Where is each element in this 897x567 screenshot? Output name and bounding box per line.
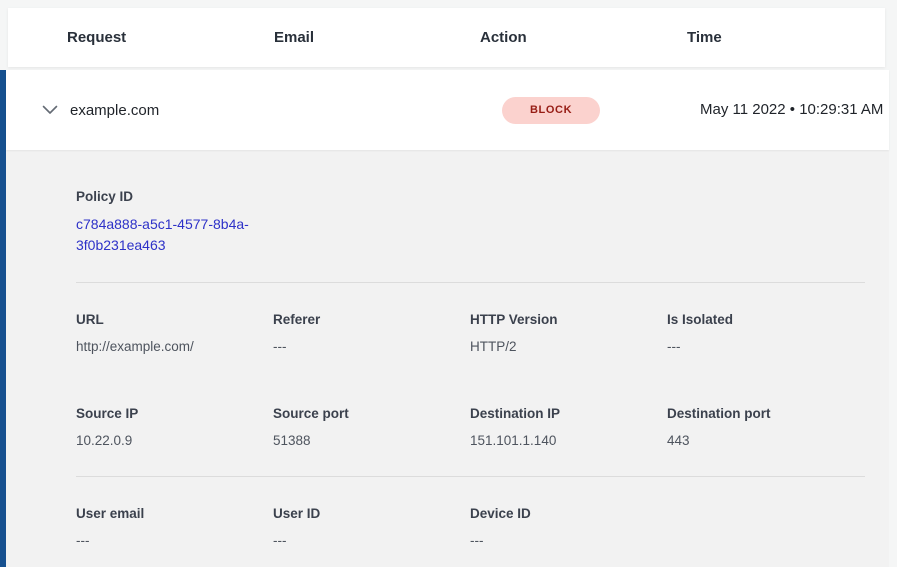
destination-port-field: Destination port 443: [667, 405, 864, 449]
field-label: Referer: [273, 311, 470, 328]
field-label: Destination port: [667, 405, 864, 422]
field-label: Destination IP: [470, 405, 667, 422]
column-header-action: Action: [480, 29, 687, 46]
source-ip-field: Source IP 10.22.0.9: [76, 405, 273, 449]
section-divider: [76, 476, 865, 477]
log-row[interactable]: example.com BLOCK May 11 2022 • 10:29:31…: [6, 70, 889, 150]
column-header-request: Request: [67, 29, 274, 46]
field-label: URL: [76, 311, 273, 328]
field-label: Device ID: [470, 505, 667, 522]
row-expand-toggle[interactable]: [6, 105, 57, 115]
field-label: User email: [76, 505, 273, 522]
detail-row-network: Source IP 10.22.0.9 Source port 51388 De…: [76, 405, 889, 449]
field-label: HTTP Version: [470, 311, 667, 328]
policy-id-label: Policy ID: [76, 188, 889, 205]
field-value: ---: [470, 532, 667, 549]
field-value: 443: [667, 432, 864, 449]
field-label: User ID: [273, 505, 470, 522]
expanded-log-entry: example.com BLOCK May 11 2022 • 10:29:31…: [0, 70, 889, 567]
http-version-field: HTTP Version HTTP/2: [470, 311, 667, 355]
policy-id-field: Policy ID c784a888-a5c1-4577-8b4a-3f0b23…: [76, 188, 889, 256]
block-status-badge: BLOCK: [502, 97, 600, 124]
policy-id-link[interactable]: c784a888-a5c1-4577-8b4a-3f0b231ea463: [76, 214, 276, 256]
is-isolated-field: Is Isolated ---: [667, 311, 864, 355]
device-id-field: Device ID ---: [470, 505, 667, 549]
field-label: Source port: [273, 405, 470, 422]
request-domain: example.com: [70, 102, 483, 119]
field-value: 51388: [273, 432, 470, 449]
time-value: May 11 2022 • 10:29:31 AM: [700, 98, 890, 122]
source-port-field: Source port 51388: [273, 405, 470, 449]
field-value: ---: [273, 338, 470, 355]
table-header: Request Email Action Time: [8, 8, 885, 67]
field-value: 10.22.0.9: [76, 432, 273, 449]
section-divider: [76, 282, 865, 283]
field-value: ---: [667, 338, 864, 355]
url-field: URL http://example.com/: [76, 311, 273, 355]
field-value: 151.101.1.140: [470, 432, 667, 449]
column-header-time: Time: [687, 29, 885, 46]
field-value: ---: [76, 532, 273, 549]
chevron-down-icon: [42, 105, 58, 115]
detail-row-http: URL http://example.com/ Referer --- HTTP…: [76, 311, 889, 355]
column-header-email: Email: [274, 29, 480, 46]
field-value: ---: [273, 532, 470, 549]
user-email-field: User email ---: [76, 505, 273, 549]
field-label: Source IP: [76, 405, 273, 422]
field-label: Is Isolated: [667, 311, 864, 328]
detail-row-user: User email --- User ID --- Device ID ---: [76, 505, 889, 549]
field-value: HTTP/2: [470, 338, 667, 355]
details-panel: Policy ID c784a888-a5c1-4577-8b4a-3f0b23…: [6, 150, 889, 567]
referer-field: Referer ---: [273, 311, 470, 355]
user-id-field: User ID ---: [273, 505, 470, 549]
action-cell: BLOCK: [496, 97, 700, 124]
field-value: http://example.com/: [76, 338, 273, 355]
destination-ip-field: Destination IP 151.101.1.140: [470, 405, 667, 449]
